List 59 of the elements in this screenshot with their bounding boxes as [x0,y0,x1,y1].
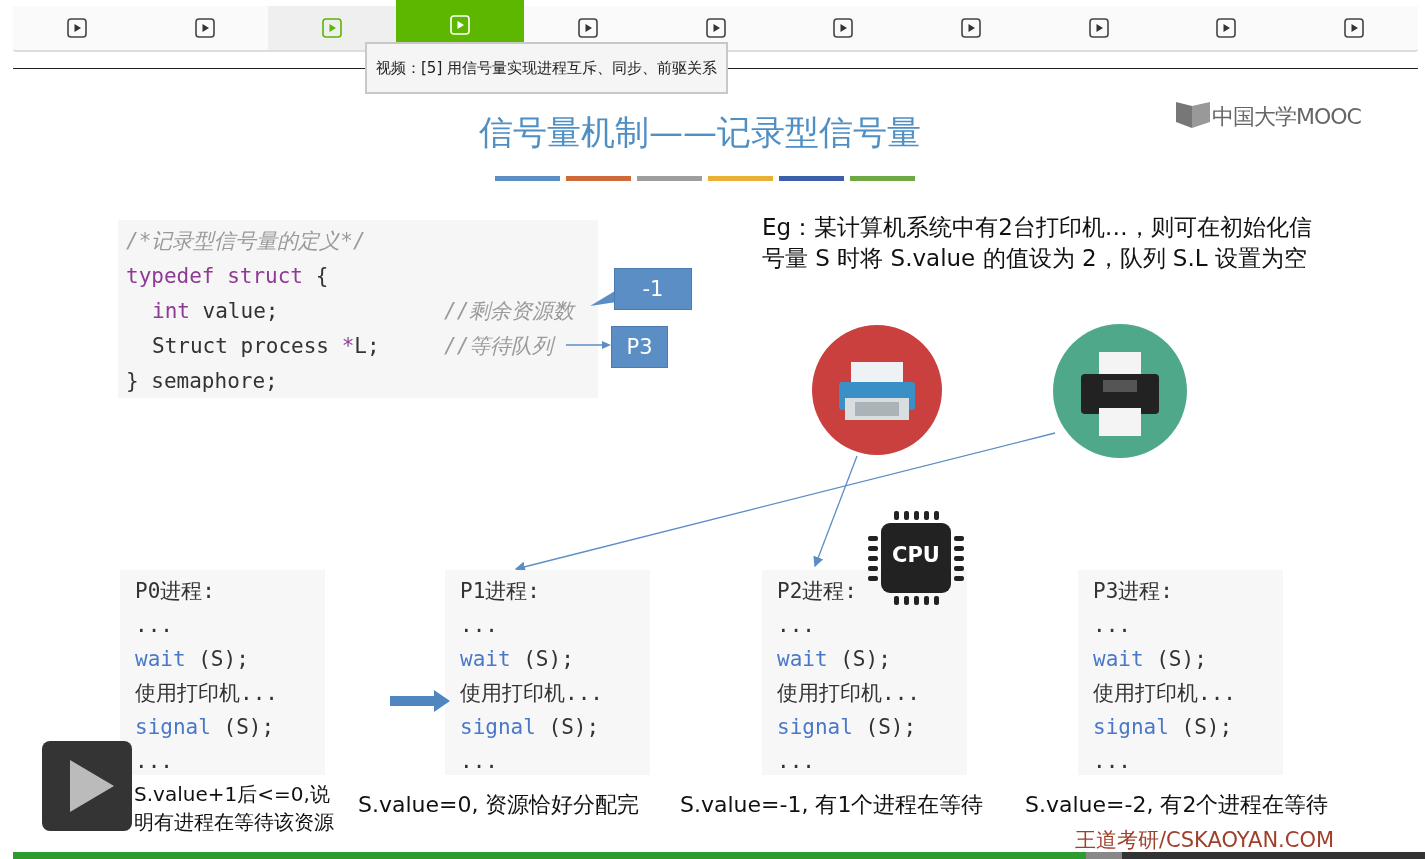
caption: S.value=-2, 有2个进程在等待 [1025,791,1329,819]
code-line: ... [460,612,499,639]
code-line: int value; [152,299,279,323]
code-line: signal (S); [1093,714,1234,741]
play-icon [194,18,215,38]
play-icon [66,18,87,38]
play-icon [577,18,598,38]
play-icon [705,18,726,38]
process-title: P2进程: [777,578,858,605]
process-title: P1进程: [460,578,541,605]
code-line: } semaphore; [126,369,278,393]
code-line: 使用打印机... [460,680,604,707]
play-icon [1088,18,1109,38]
process-title: P0进程: [135,578,216,605]
code-line: ... [135,748,174,775]
caption: S.value=0, 资源恰好分配完 [358,791,640,819]
code-line: ... [1093,612,1132,639]
arrow-icon [566,339,611,351]
code-line: wait (S); [135,646,250,673]
play-button[interactable] [42,741,132,831]
code-line: wait (S); [777,646,892,673]
printer-icon [1053,324,1187,458]
progress-bar[interactable] [13,852,1425,859]
slide-title: 信号量机制——记录型信号量 [478,111,922,154]
code-line: 使用打印机... [777,680,921,707]
logo-text: 中国大学MOOC [1212,103,1361,131]
play-icon [322,18,343,38]
code-line: signal (S); [460,714,601,741]
caption: S.value=-1, 有1个进程在等待 [680,791,984,819]
code-line: typedef struct { [126,264,329,288]
code-line: Struct process *L; [152,334,380,358]
code-line: signal (S); [135,714,276,741]
play-icon [450,15,471,35]
play-icon [1344,18,1365,38]
code-line: 使用打印机... [135,680,279,707]
callout-box: P3 [611,326,668,368]
buffer-bar [1086,852,1123,859]
book-logo-icon [1174,100,1212,130]
printer-icon [811,324,943,456]
code-line: wait (S); [1093,646,1208,673]
code-line: ... [1093,748,1132,775]
watermark-text: 王道考研/CSKAOYAN.COM [1075,827,1335,854]
play-icon [833,18,854,38]
example-text: Eg：某计算机系统中有2台打印机…，则可在初始化信号量 S 时将 S.value 的值设为 2，队列 S.L 设置为空 [762,213,1313,273]
code-line: /*记录型信号量的定义*/ [126,229,366,253]
tooltip: 视频：[5] 用信号量实现进程互斥、同步、前驱关系 [365,42,728,94]
code-line: ... [777,748,816,775]
caption: S.value+1后<=0,说明有进程在等待该资源 [134,781,335,836]
code-line: ... [777,612,816,639]
code-comment: //剩余资源数 [444,298,575,325]
play-icon [961,18,981,38]
code-comment: //等待队列 [444,333,554,360]
code-line: signal (S); [777,714,918,741]
code-line: wait (S); [460,646,575,673]
code-line: 使用打印机... [1093,680,1237,707]
process-title: P3进程: [1093,578,1174,605]
code-line: ... [460,748,499,775]
play-icon [1216,18,1237,38]
code-line: ... [135,612,174,639]
